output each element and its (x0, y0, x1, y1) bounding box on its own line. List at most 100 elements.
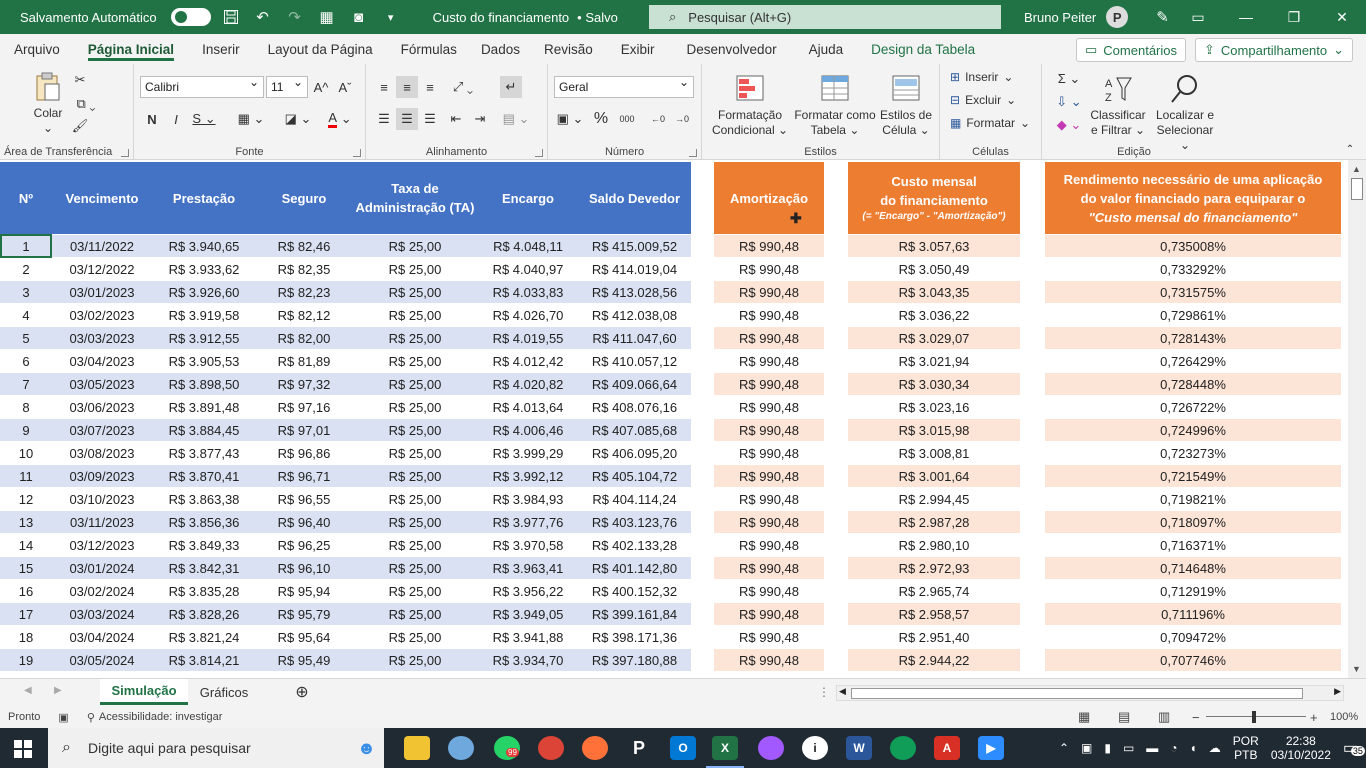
cell-yield[interactable]: 0,733292% (1045, 258, 1341, 281)
cell-charge[interactable]: R$ 4.033,83 (478, 281, 578, 304)
align-right-icon[interactable]: ☰ (420, 108, 440, 130)
cell-due[interactable]: 03/08/2023 (52, 442, 152, 465)
form-icon[interactable]: ▦ (315, 6, 339, 28)
cell-num[interactable]: 2 (0, 258, 52, 281)
mic-icon[interactable]: ▮ (1104, 741, 1111, 755)
cell-amortization[interactable]: R$ 990,48 (714, 557, 824, 580)
cell-yield[interactable]: 0,726722% (1045, 396, 1341, 419)
cell-yield[interactable]: 0,719821% (1045, 488, 1341, 511)
cell-balance[interactable]: R$ 412.038,08 (578, 304, 691, 327)
messenger-icon[interactable] (758, 736, 784, 760)
cell-insurance[interactable]: R$ 95,79 (256, 603, 352, 626)
cell-monthly-cost[interactable]: R$ 3.030,34 (848, 373, 1020, 396)
cell-amortization[interactable]: R$ 990,48 (714, 419, 824, 442)
cell-monthly-cost[interactable]: R$ 3.029,07 (848, 327, 1020, 350)
dialog-launcher-icon[interactable] (535, 149, 543, 157)
cell-insurance[interactable]: R$ 95,94 (256, 580, 352, 603)
cell-yield[interactable]: 0,728143% (1045, 327, 1341, 350)
decrease-decimal-icon[interactable]: →0 (672, 108, 692, 130)
align-bottom-icon[interactable]: ≡ (420, 76, 440, 98)
scroll-down-icon[interactable]: ▼ (1352, 664, 1361, 674)
volume-icon[interactable]: ◖ (1190, 741, 1197, 755)
cell-due[interactable]: 03/02/2023 (52, 304, 152, 327)
thousands-icon[interactable]: 000 (616, 108, 638, 130)
cell-num[interactable]: 10 (0, 442, 52, 465)
cell-admin-fee[interactable]: R$ 25,00 (352, 419, 478, 442)
decrease-indent-icon[interactable]: ⇤ (446, 108, 466, 130)
tray-chevron-icon[interactable]: ⌃ (1059, 741, 1069, 755)
cell-charge[interactable]: R$ 4.012,42 (478, 350, 578, 373)
cell-yield[interactable]: 0,709472% (1045, 626, 1341, 649)
cell-num[interactable]: 4 (0, 304, 52, 327)
bold-icon[interactable]: N (144, 108, 160, 130)
col-header-yield[interactable]: Rendimento necessário de uma aplicação d… (1045, 162, 1341, 234)
cell-insurance[interactable]: R$ 97,32 (256, 373, 352, 396)
scroll-right-icon[interactable]: ▶ (1334, 686, 1341, 697)
prev-sheet-icon[interactable]: ◀ (24, 685, 32, 696)
cell-charge[interactable]: R$ 4.026,70 (478, 304, 578, 327)
cell-num[interactable]: 5 (0, 327, 52, 350)
vertical-scrollbar[interactable]: ▲ ▼ (1348, 160, 1366, 678)
cell-amortization[interactable]: R$ 990,48 (714, 626, 824, 649)
tab-desenvolvedor[interactable]: Desenvolvedor (671, 34, 793, 64)
cell-amortization[interactable]: R$ 990,48 (714, 511, 824, 534)
cell-due[interactable]: 03/05/2024 (52, 649, 152, 672)
scroll-up-icon[interactable]: ▲ (1352, 164, 1361, 174)
cell-installment[interactable]: R$ 3.940,65 (152, 235, 256, 258)
cell-installment[interactable]: R$ 3.877,43 (152, 442, 256, 465)
cell-admin-fee[interactable]: R$ 25,00 (352, 580, 478, 603)
saved-status[interactable]: • Salvo (577, 10, 618, 25)
cell-charge[interactable]: R$ 3.941,88 (478, 626, 578, 649)
cell-yield[interactable]: 0,711196% (1045, 603, 1341, 626)
font-color-icon[interactable]: A ⌄ (324, 108, 356, 130)
cell-admin-fee[interactable]: R$ 25,00 (352, 603, 478, 626)
cell-num[interactable]: 19 (0, 649, 52, 672)
cell-admin-fee[interactable]: R$ 25,00 (352, 465, 478, 488)
cell-balance[interactable]: R$ 415.009,52 (578, 235, 691, 258)
battery-icon[interactable]: ▬ (1146, 741, 1158, 755)
cell-amortization[interactable]: R$ 990,48 (714, 580, 824, 603)
cell-insurance[interactable]: R$ 96,40 (256, 511, 352, 534)
tab-pagina-inicial[interactable]: Página Inicial (72, 34, 190, 64)
cell-yield[interactable]: 0,714648% (1045, 557, 1341, 580)
font-name-select[interactable]: Calibri (140, 75, 264, 98)
cell-installment[interactable]: R$ 3.856,36 (152, 511, 256, 534)
cell-admin-fee[interactable]: R$ 25,00 (352, 511, 478, 534)
cell-yield[interactable]: 0,721549% (1045, 465, 1341, 488)
cell-installment[interactable]: R$ 3.842,31 (152, 557, 256, 580)
cell-due[interactable]: 03/11/2023 (52, 511, 152, 534)
zoom-level[interactable]: 100% (1330, 711, 1358, 723)
cell-num[interactable]: 16 (0, 580, 52, 603)
cell-due[interactable]: 03/03/2024 (52, 603, 152, 626)
cell-monthly-cost[interactable]: R$ 3.001,64 (848, 465, 1020, 488)
tab-inserir[interactable]: Inserir (190, 34, 252, 64)
align-center-icon[interactable]: ☰ (396, 108, 418, 130)
scroll-left-icon[interactable]: ◀ (839, 686, 846, 697)
cell-yield[interactable]: 0,716371% (1045, 534, 1341, 557)
cell-balance[interactable]: R$ 407.085,68 (578, 419, 691, 442)
cell-monthly-cost[interactable]: R$ 3.050,49 (848, 258, 1020, 281)
cell-due[interactable]: 03/01/2023 (52, 281, 152, 304)
cell-yield[interactable]: 0,723273% (1045, 442, 1341, 465)
cell-due[interactable]: 03/06/2023 (52, 396, 152, 419)
cell-monthly-cost[interactable]: R$ 3.023,16 (848, 396, 1020, 419)
cell-charge[interactable]: R$ 4.019,55 (478, 327, 578, 350)
fill-color-icon[interactable]: ◪ ⌄ (282, 108, 314, 130)
add-sheet-icon[interactable]: ⊕ (290, 679, 314, 705)
cell-charge[interactable]: R$ 3.956,22 (478, 580, 578, 603)
cell-installment[interactable]: R$ 3.870,41 (152, 465, 256, 488)
cell-yield[interactable]: 0,718097% (1045, 511, 1341, 534)
grow-font-icon[interactable]: A^ (312, 76, 330, 98)
cell-insurance[interactable]: R$ 97,16 (256, 396, 352, 419)
cell-balance[interactable]: R$ 400.152,32 (578, 580, 691, 603)
dialog-launcher-icon[interactable] (353, 149, 361, 157)
cell-insurance[interactable]: R$ 95,49 (256, 649, 352, 672)
cell-amortization[interactable]: R$ 990,48 (714, 465, 824, 488)
cell-admin-fee[interactable]: R$ 25,00 (352, 396, 478, 419)
ribbon-display-icon[interactable]: ▭ (1174, 0, 1222, 34)
tab-layout[interactable]: Layout da Página (252, 34, 389, 64)
cell-amortization[interactable]: R$ 990,48 (714, 304, 824, 327)
paste-button[interactable]: Colar ⌄ (28, 70, 68, 136)
redo-icon[interactable]: ↷ (283, 6, 307, 28)
cell-installment[interactable]: R$ 3.828,26 (152, 603, 256, 626)
